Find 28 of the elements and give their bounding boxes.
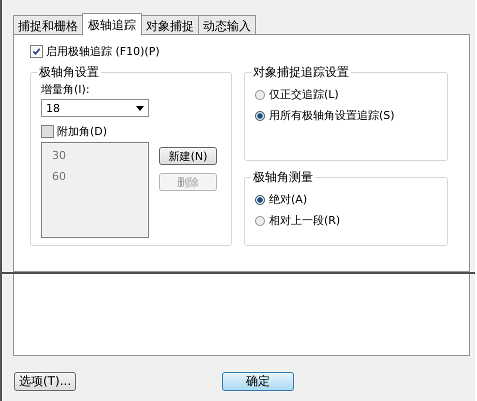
list-button[interactable]: 新建(N): [159, 147, 217, 165]
radio-button[interactable]: [255, 194, 265, 204]
dropdown-arrow-icon: [136, 106, 144, 110]
options-button[interactable]: 选项(T)...: [14, 372, 76, 391]
ok-button[interactable]: 确定: [222, 372, 294, 391]
tab[interactable]: 捕捉和栅格: [13, 15, 83, 34]
checkbox-label: 附加角(D): [57, 124, 108, 139]
radio-button[interactable]: [255, 90, 265, 100]
checkbox[interactable]: [41, 125, 54, 138]
increment-dropdown[interactable]: 18: [41, 99, 149, 117]
radio-label: 仅正交追踪(L): [269, 87, 339, 102]
radio-label: 相对上一段(R): [269, 213, 340, 228]
group-title: 对象捕捉追踪设置: [252, 64, 350, 81]
tab[interactable]: 极轴追踪: [82, 13, 142, 35]
list-item[interactable]: 60: [52, 170, 138, 183]
tab[interactable]: 对象捕捉: [141, 15, 199, 34]
checkbox[interactable]: [30, 45, 43, 58]
list-item[interactable]: 30: [52, 149, 138, 162]
group-title: 极轴角设置: [38, 64, 100, 81]
angle-list[interactable]: 30 60: [41, 142, 149, 238]
radio-label: 用所有极轴角设置追踪(S): [269, 108, 395, 123]
radio-label: 绝对(A): [269, 192, 308, 207]
radio-button[interactable]: [255, 216, 265, 226]
group-title: 极轴角测量: [252, 169, 314, 186]
field-label: 增量角(I):: [41, 82, 91, 97]
checkbox-label: 启用极轴追踪 (F10)(P): [46, 44, 160, 59]
tab[interactable]: 动态输入: [198, 15, 256, 34]
radio-button[interactable]: [255, 110, 265, 120]
